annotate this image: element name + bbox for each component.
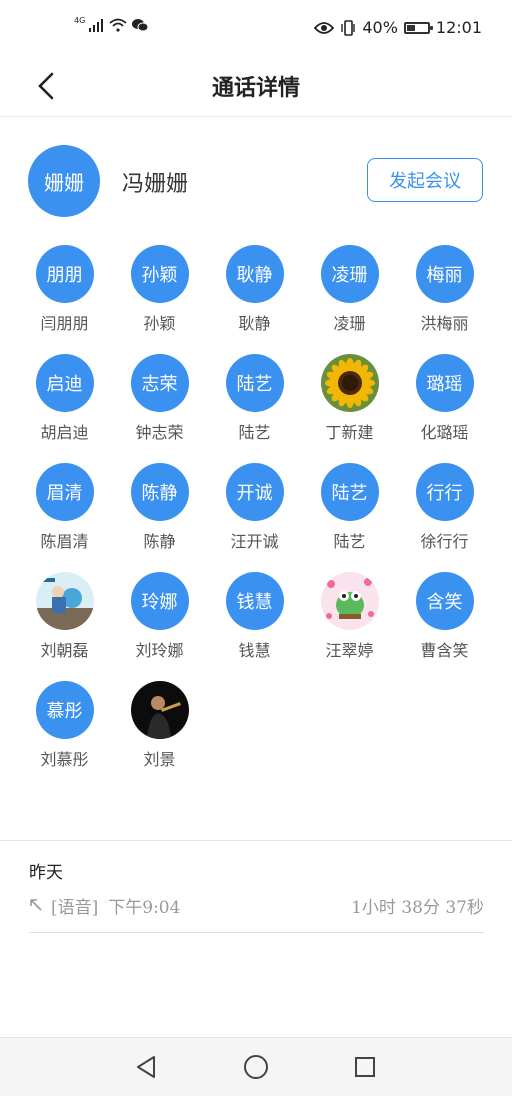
member-name: 刘玲娜 bbox=[135, 641, 184, 660]
member-name: 刘朝磊 bbox=[40, 641, 89, 660]
member-item[interactable]: 刘朝磊 bbox=[17, 572, 112, 662]
member-name: 陆艺 bbox=[238, 423, 271, 442]
member-name: 化璐瑶 bbox=[420, 423, 469, 442]
member-avatar: 含笑 bbox=[415, 572, 474, 630]
call-log-entry[interactable]: [语音] 下午9:04 1小时 38分 37秒 bbox=[29, 892, 484, 918]
member-avatar: 凌珊 bbox=[320, 245, 379, 303]
signal-icon bbox=[89, 19, 104, 32]
member-name: 汪开诚 bbox=[230, 532, 279, 551]
divider bbox=[0, 840, 512, 841]
member-item[interactable]: 启迪 胡启迪 bbox=[17, 354, 112, 444]
triangle-back-icon bbox=[137, 1056, 155, 1078]
member-avatar bbox=[35, 572, 94, 630]
system-nav-bar bbox=[0, 1037, 512, 1096]
member-item[interactable]: 梅丽 洪梅丽 bbox=[397, 245, 492, 335]
nav-home-button[interactable] bbox=[241, 1052, 271, 1082]
call-duration: 1小时 38分 37秒 bbox=[351, 897, 484, 918]
member-item[interactable]: 陆艺 陆艺 bbox=[207, 354, 302, 444]
member-avatar bbox=[130, 681, 189, 739]
member-name: 闫朋朋 bbox=[40, 314, 89, 333]
member-avatar: 陈静 bbox=[130, 463, 189, 521]
member-item[interactable]: 孙颖 孙颖 bbox=[112, 245, 207, 335]
member-item[interactable]: 钱慧 钱慧 bbox=[207, 572, 302, 662]
member-avatar: 开诚 bbox=[225, 463, 284, 521]
member-name: 陆艺 bbox=[333, 532, 366, 551]
eye-icon bbox=[314, 21, 335, 34]
member-avatar: 眉清 bbox=[35, 463, 94, 521]
member-avatar bbox=[320, 572, 379, 630]
member-name: 钱慧 bbox=[238, 641, 271, 660]
status-bar: 4G 40% 12:01 bbox=[0, 0, 512, 60]
member-item[interactable]: 汪翠婷 bbox=[302, 572, 397, 662]
member-avatar: 启迪 bbox=[35, 354, 94, 412]
nav-recents-button[interactable] bbox=[350, 1052, 380, 1082]
member-item[interactable]: 刘景 bbox=[112, 681, 207, 771]
call-type: [语音] bbox=[51, 897, 99, 918]
member-item[interactable]: 陈静 陈静 bbox=[112, 463, 207, 553]
member-avatar: 慕彤 bbox=[35, 681, 94, 739]
battery-percent: 40% bbox=[362, 18, 398, 37]
member-name: 刘景 bbox=[143, 750, 176, 769]
network-label: 4G bbox=[74, 15, 86, 25]
member-avatar: 耿静 bbox=[225, 245, 284, 303]
member-avatar: 朋朋 bbox=[35, 245, 94, 303]
clock: 12:01 bbox=[435, 18, 482, 37]
member-item[interactable]: 行行 徐行行 bbox=[397, 463, 492, 553]
member-item[interactable]: 眉清 陈眉清 bbox=[17, 463, 112, 553]
member-name: 陈眉清 bbox=[40, 532, 89, 551]
member-name: 陈静 bbox=[143, 532, 176, 551]
outgoing-call-icon bbox=[30, 899, 42, 911]
member-name: 汪翠婷 bbox=[325, 641, 374, 660]
nav-back-button[interactable] bbox=[131, 1052, 161, 1082]
member-item[interactable]: 凌珊 凌珊 bbox=[302, 245, 397, 335]
square-recents-icon bbox=[355, 1057, 375, 1077]
member-avatar: 玲娜 bbox=[130, 572, 189, 630]
battery-icon bbox=[403, 21, 433, 34]
member-item[interactable]: 耿静 耿静 bbox=[207, 245, 302, 335]
member-avatar: 陆艺 bbox=[225, 354, 284, 412]
member-item[interactable]: 志荣 钟志荣 bbox=[112, 354, 207, 444]
member-name: 徐行行 bbox=[420, 532, 469, 551]
member-item[interactable]: 朋朋 闫朋朋 bbox=[17, 245, 112, 335]
member-avatar bbox=[320, 354, 379, 412]
member-item[interactable]: 开诚 汪开诚 bbox=[207, 463, 302, 553]
member-item[interactable]: 陆艺 陆艺 bbox=[302, 463, 397, 553]
member-item[interactable]: 璐瑶 化璐瑶 bbox=[397, 354, 492, 444]
start-meeting-button[interactable]: 发起会议 bbox=[367, 158, 483, 202]
call-time: 下午9:04 bbox=[108, 897, 181, 918]
vibrate-icon bbox=[341, 19, 356, 36]
member-item[interactable]: 含笑 曹含笑 bbox=[397, 572, 492, 662]
member-avatar: 钱慧 bbox=[225, 572, 284, 630]
status-right: 40% 12:01 bbox=[314, 18, 482, 37]
member-avatar: 梅丽 bbox=[415, 245, 474, 303]
member-avatar: 孙颖 bbox=[130, 245, 189, 303]
member-name: 曹含笑 bbox=[420, 641, 469, 660]
member-avatar: 行行 bbox=[415, 463, 474, 521]
member-name: 凌珊 bbox=[333, 314, 366, 333]
wifi-icon bbox=[109, 18, 127, 32]
status-left: 4G bbox=[74, 15, 149, 32]
member-item[interactable]: 玲娜 刘玲娜 bbox=[112, 572, 207, 662]
member-avatar: 璐瑶 bbox=[415, 354, 474, 412]
member-name: 刘慕彤 bbox=[40, 750, 89, 769]
member-name: 胡启迪 bbox=[40, 423, 89, 442]
host-avatar[interactable]: 姗姗 bbox=[28, 145, 100, 217]
call-day-label: 昨天 bbox=[29, 863, 63, 883]
member-item[interactable]: 丁新建 bbox=[302, 354, 397, 444]
app-header: 通话详情 bbox=[0, 60, 512, 117]
member-grid: 朋朋 闫朋朋 孙颖 孙颖 耿静 耿静 凌珊 凌珊 梅丽 洪梅丽 启迪 胡启迪 志荣 钟志荣 陆艺 陆艺 丁新建璐… bbox=[17, 245, 497, 771]
member-name: 耿静 bbox=[238, 314, 271, 333]
divider bbox=[29, 932, 484, 933]
member-item[interactable]: 慕彤 刘慕彤 bbox=[17, 681, 112, 771]
member-name: 孙颖 bbox=[143, 314, 176, 333]
member-name: 钟志荣 bbox=[135, 423, 184, 442]
member-name: 丁新建 bbox=[325, 423, 374, 442]
page-title: 通话详情 bbox=[211, 76, 300, 101]
member-avatar: 陆艺 bbox=[320, 463, 379, 521]
wechat-icon bbox=[132, 19, 149, 32]
member-avatar: 志荣 bbox=[130, 354, 189, 412]
member-name: 洪梅丽 bbox=[420, 314, 469, 333]
circle-home-icon bbox=[244, 1055, 268, 1079]
host-name: 冯姗姗 bbox=[122, 172, 189, 197]
